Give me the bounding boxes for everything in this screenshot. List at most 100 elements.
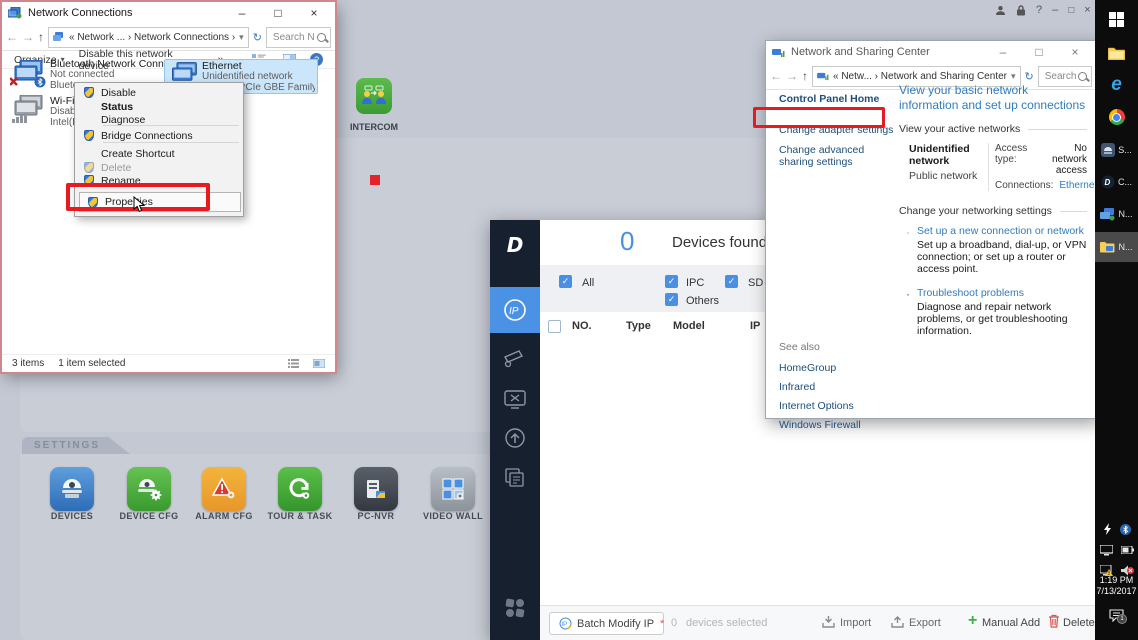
internet-options-link[interactable]: Internet Options [779,400,861,412]
close-icon[interactable]: × [1084,4,1090,16]
uac-shield-icon [84,130,94,141]
homegroup-link[interactable]: HomeGroup [779,362,861,374]
nc-maximize[interactable]: □ [263,6,293,20]
adapter-wifi-name[interactable]: Wi-Fi [50,96,75,106]
nsc-back[interactable]: ← [770,69,782,83]
bluetooth-tray-icon[interactable] [1120,524,1131,535]
select-all-checkbox[interactable] [548,320,561,333]
task-configtool[interactable]: D C... [1095,168,1138,196]
change-adapter-settings-link[interactable]: Change adapter settings [779,124,897,136]
filter-sd-checkbox[interactable]: ✓ [725,275,738,288]
video-wall-icon[interactable] [431,467,475,511]
help-icon[interactable]: ? [1036,4,1042,16]
filter-all-checkbox[interactable]: ✓ [559,275,572,288]
uac-shield-icon [84,162,94,173]
batch-modify-ip-button[interactable]: IP Batch Modify IP [549,612,664,635]
internet-explorer-icon[interactable]: e [1095,72,1138,98]
taskbar-clock[interactable]: 1:19 PM 7/13/2017 [1095,571,1138,601]
menu-item-properties[interactable]: Properties [79,192,241,212]
network-connections-window: Network Connections – □ × ← → ↑ « Networ… [2,2,335,372]
nc-minimize[interactable]: – [227,6,257,20]
nsc-up[interactable]: ↑ [802,69,808,83]
battery-tray-icon[interactable] [1121,546,1134,554]
import-icon [822,615,835,628]
file-explorer-icon[interactable] [1095,40,1138,66]
infrared-link[interactable]: Infrared [779,381,861,393]
task-smartpss[interactable]: S... [1095,136,1138,164]
nsc-breadcrumb-dropdown[interactable]: ▾ [1011,71,1016,82]
nc-up[interactable]: ↑ [38,30,44,44]
menu-item-disable[interactable]: Disable [76,86,248,99]
record-indicator [370,175,380,185]
nc-titlebar[interactable]: Network Connections – □ × [2,2,335,24]
nsc-refresh-icon[interactable]: ↻ [1025,70,1034,83]
restore-icon[interactable]: □ [1068,5,1074,16]
windows-firewall-link[interactable]: Windows Firewall [779,419,861,431]
devices-icon[interactable] [50,467,94,511]
menu-item-delete: Delete [76,161,248,174]
menu-item-rename[interactable]: Rename [76,174,248,187]
adapter-ethernet-name[interactable]: Ethernet [202,61,242,71]
bluetooth-adapter-icon[interactable] [10,60,46,88]
lock-icon[interactable] [1016,5,1026,16]
nsc-search-input[interactable] [1043,70,1078,83]
menu-item-create-shortcut[interactable]: Create Shortcut [76,147,248,160]
import-button[interactable]: Import [840,617,871,629]
user-icon[interactable] [995,5,1006,16]
nc-back[interactable]: ← [6,30,18,44]
minimize-icon[interactable]: – [1052,4,1058,16]
nc-breadcrumb-dropdown[interactable]: ▾ [239,32,244,43]
tray-row-2 [1095,541,1138,559]
filter-others-checkbox[interactable]: ✓ [665,293,678,306]
task-network[interactable]: N... [1095,200,1138,228]
menu-item-bridge-connections[interactable]: Bridge Connections [76,129,248,142]
nsc-forward[interactable]: → [786,69,798,83]
nav-ip-icon[interactable]: IP [490,287,540,333]
nsc-maximize[interactable]: □ [1024,45,1054,59]
nc-search[interactable] [266,27,331,48]
nc-forward[interactable]: → [22,30,34,44]
intercom-icon[interactable] [356,78,392,114]
nsc-heading: View your basic network information and … [899,83,1087,113]
delete-button[interactable]: Delete [1063,617,1095,629]
settings-tab[interactable]: SETTINGS [22,437,130,454]
pc-nvr-icon[interactable] [354,467,398,511]
alarm-cfg-icon[interactable] [202,467,246,511]
nc-search-input[interactable] [271,31,317,44]
manual-add-button[interactable]: Manual Add [982,617,1040,629]
display-tray-icon[interactable] [1100,545,1113,556]
setup-connection-link[interactable]: Set up a new connection or network [917,225,1087,237]
change-advanced-sharing-link[interactable]: Change advanced sharing settings [779,144,889,168]
action-center-icon[interactable]: 1 [1095,602,1138,628]
control-panel-home-link[interactable]: Control Panel Home [779,93,897,105]
tour-task-icon[interactable] [278,467,322,511]
access-type-value: No network access [1047,143,1087,176]
export-button[interactable]: Export [909,617,941,629]
see-also-label: See also [779,341,861,353]
nsc-minimize[interactable]: – [988,45,1018,59]
device-cfg-icon[interactable] [127,467,171,511]
nav-apps-icon[interactable] [490,588,540,628]
chrome-icon[interactable] [1095,104,1138,130]
nav-upgrade-icon[interactable] [490,418,540,458]
nsc-titlebar[interactable]: Network and Sharing Center – □ × [766,41,1096,63]
thumbnail-view-icon[interactable] [313,359,325,368]
nc-refresh-icon[interactable]: ↻ [253,31,262,44]
nc-breadcrumb[interactable]: « Network ... › Network Connections › ▾ [48,27,249,48]
nc-close[interactable]: × [299,6,329,20]
wifi-adapter-icon[interactable] [10,95,46,123]
menu-label: Diagnose [101,114,145,126]
sync-icon[interactable] [1103,523,1112,535]
nav-logs-icon[interactable] [490,458,540,498]
filter-ipc-checkbox[interactable]: ✓ [665,275,678,288]
troubleshoot-link[interactable]: Troubleshoot problems [917,287,1087,299]
nsc-close[interactable]: × [1060,45,1090,59]
start-button[interactable] [1095,6,1138,32]
nav-system-settings-icon[interactable] [490,380,540,420]
details-view-icon[interactable] [288,359,299,368]
task-network-connections-active[interactable]: N... [1095,232,1138,262]
nsc-sidebar: Control Panel Home Change adapter settin… [779,93,897,168]
nav-device-config-icon[interactable] [490,338,540,378]
connections-ethernet-link[interactable]: Ethernet [1059,180,1097,191]
menu-item-status[interactable]: Status [76,100,248,113]
